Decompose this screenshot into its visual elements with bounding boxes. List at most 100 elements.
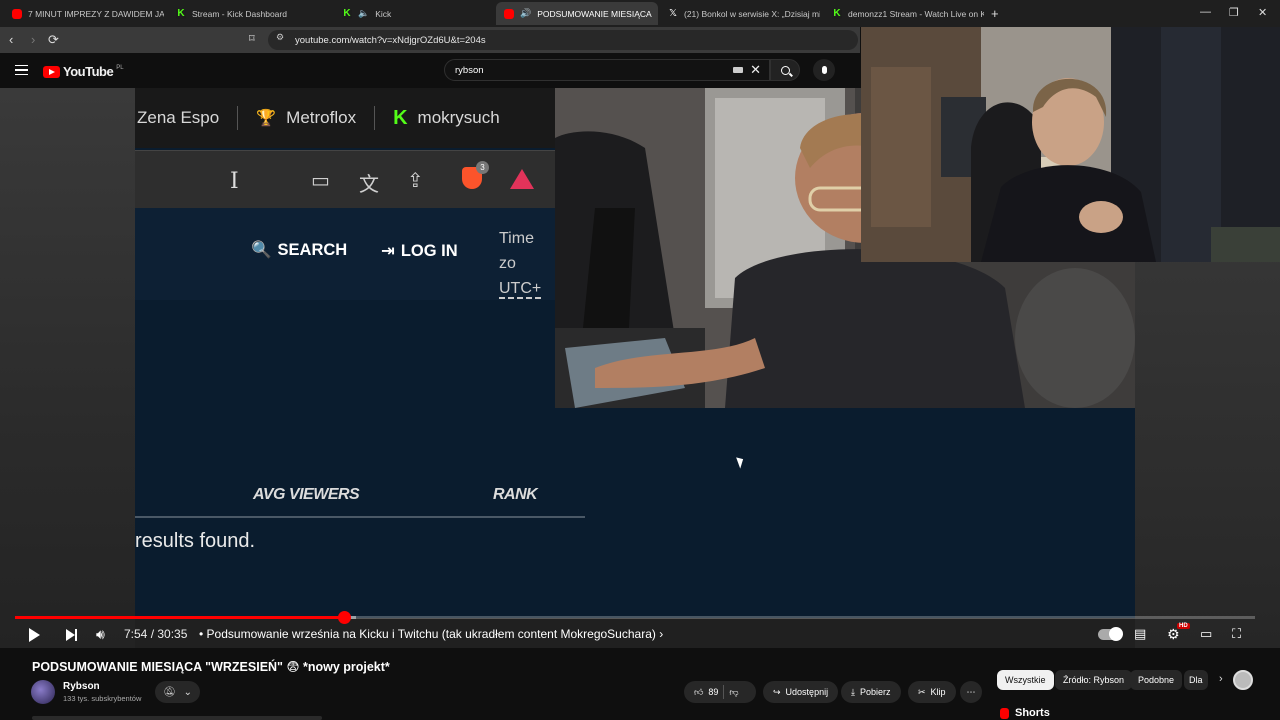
scissors-icon: ✂: [918, 686, 926, 697]
browser-tab[interactable]: 𝕏 (21) Bonkol w serwisie X: „Dzisiaj mia: [660, 2, 820, 25]
browser-tab-active[interactable]: 🔊 PODSUMOWANIE MIESIĄCA ✕: [496, 2, 658, 25]
subtitles-icon[interactable]: ▤: [1134, 626, 1146, 642]
download-label: Pobierz: [859, 687, 891, 697]
chapter-title[interactable]: • Podsumowanie września na Kicku i Twitc…: [199, 627, 663, 641]
voice-search-button[interactable]: [813, 59, 835, 81]
menu-icon[interactable]: [15, 65, 28, 75]
forward-icon[interactable]: ›: [31, 32, 35, 47]
chevron-down-icon: ⌄: [183, 686, 193, 698]
bookmark-icon[interactable]: ⌑: [249, 32, 255, 45]
site-search-label: SEARCH: [277, 241, 348, 259]
cast-icon: ▭: [311, 170, 330, 192]
speaker-icon: 🔊: [520, 8, 532, 18]
download-button[interactable]: ⤓ Pobierz: [841, 681, 901, 703]
bottom-placeholder: [32, 716, 322, 720]
chevron-right-icon[interactable]: ›: [1219, 673, 1223, 685]
streamer-name: Metroflox: [286, 108, 357, 127]
trophy-icon: 🏆: [256, 110, 277, 127]
captured-site-nav: 🔍 SEARCH ⇥ LOG IN Time zo UTC+: [135, 208, 555, 300]
timezone-selector: Time zo UTC+: [499, 226, 555, 301]
kick-favicon-icon: K: [342, 7, 352, 19]
logo-text: YouTube: [63, 64, 114, 79]
clear-icon[interactable]: ✕: [750, 62, 761, 78]
brave-rewards-icon: [510, 169, 534, 189]
youtube-logo[interactable]: YouTube PL: [43, 64, 124, 79]
like-count: 89: [708, 687, 719, 697]
tab-label: Stream - Kick Dashboard: [192, 8, 287, 19]
browser-tab[interactable]: K 🔈 Kick: [334, 2, 494, 25]
login-icon: ⇥: [381, 242, 395, 260]
clip-button[interactable]: ✂ Klip: [908, 681, 956, 703]
autoplay-toggle[interactable]: [1098, 627, 1123, 641]
play-icon[interactable]: [29, 628, 40, 642]
download-icon: ⤓: [851, 686, 855, 697]
channel-name[interactable]: Rybson: [63, 681, 100, 692]
timezone-value: UTC+: [499, 280, 542, 299]
webcam-feed-secondary: [861, 27, 1280, 262]
keyboard-icon[interactable]: [733, 67, 743, 73]
site-login-link: ⇥ LOG IN: [381, 241, 458, 261]
brave-badge: 3: [476, 161, 489, 174]
region-code: PL: [116, 64, 124, 71]
video-title: PODSUMOWANIE MIESIĄCA "WRZESIEŃ" 😨 *nowy…: [32, 660, 390, 674]
restore-icon[interactable]: ❐: [1229, 6, 1239, 19]
results-text: results found.: [135, 530, 256, 552]
notification-bell-button[interactable]: 🔕︎ ⌄: [155, 681, 200, 703]
captured-browser-bar: I ▭ 文 ⇪ 3: [135, 150, 555, 208]
chip-similar[interactable]: Podobne: [1130, 670, 1183, 690]
channel-avatar[interactable]: [31, 680, 55, 704]
share-button[interactable]: ↪ Udostępnij: [763, 681, 839, 703]
minimize-icon[interactable]: —: [1200, 6, 1211, 18]
close-window-icon[interactable]: ✕: [1258, 6, 1267, 19]
back-icon[interactable]: ‹: [9, 32, 13, 47]
address-bar[interactable]: youtube.com/watch?v=xNdjgrOZd6U&t=204s: [268, 30, 858, 50]
more-icon: ⋯: [966, 686, 976, 697]
shorts-section-header: Shorts: [1000, 707, 1050, 719]
shorts-label: Shorts: [1015, 707, 1050, 719]
tab-label: (21) Bonkol w serwisie X: „Dzisiaj mia: [684, 8, 820, 19]
search-button[interactable]: [770, 59, 800, 81]
share-label: Udostępnij: [785, 687, 829, 697]
browser-tab[interactable]: K Stream - Kick Dashboard: [168, 2, 330, 25]
tab-label: Kick: [375, 8, 392, 19]
share-icon: ⇪: [407, 170, 424, 192]
fullscreen-icon[interactable]: ⛶: [1232, 626, 1241, 642]
new-tab-icon[interactable]: +: [991, 6, 999, 21]
chip-source[interactable]: Źródło: Rybson: [1055, 670, 1133, 690]
theater-mode-icon[interactable]: ▭: [1200, 626, 1212, 642]
bell-off-icon: 🔕︎: [162, 686, 176, 698]
site-info-icon[interactable]: ⚙: [276, 32, 284, 43]
like-icon[interactable]: 👍︎: [694, 687, 703, 698]
dislike-icon[interactable]: 👎︎: [729, 687, 738, 698]
screen-root: 7 MINUT IMPREZY Z DAWIDEM JASP K Stream …: [0, 0, 1280, 720]
video-backdrop-left: [0, 88, 135, 648]
tab-label: PODSUMOWANIE MIESIĄCA: [537, 8, 652, 19]
streamer-strip: Zena Espo 🏆 Metroflox K mokrysuch: [135, 88, 555, 148]
watermark-avatar: [1233, 670, 1253, 690]
player-controls: 🔊︎ 7:54 / 30:35 • Podsumowanie września …: [0, 622, 1280, 648]
share-icon: ↪: [773, 686, 781, 697]
chip-for-you[interactable]: Dla: [1184, 670, 1208, 690]
tab-label: 7 MINUT IMPREZY Z DAWIDEM JASP: [28, 8, 164, 19]
volume-icon[interactable]: 🔊︎: [96, 626, 105, 643]
clip-label: Klip: [930, 687, 946, 697]
more-actions-button[interactable]: ⋯: [960, 681, 982, 703]
url-text: youtube.com/watch?v=xNdjgrOZd6U&t=204s: [295, 34, 486, 46]
next-icon[interactable]: [66, 629, 77, 641]
search-input[interactable]: rybson ✕: [444, 59, 770, 81]
column-header-rank: RANK: [493, 486, 538, 503]
divider: [237, 106, 239, 130]
progress-bar[interactable]: [15, 611, 1255, 624]
search-icon: [780, 65, 790, 75]
tab-label: demonzz1 Stream - Watch Live on Ki: [848, 8, 984, 19]
chapter-text: Podsumowanie września na Kicku i Twitchu…: [206, 627, 656, 641]
column-header-avg-viewers: AVG VIEWERS: [253, 486, 360, 503]
table-header-divider: [135, 516, 585, 518]
browser-tab[interactable]: 7 MINUT IMPREZY Z DAWIDEM JASP: [4, 2, 164, 25]
browser-tab[interactable]: K demonzz1 Stream - Watch Live on Ki: [824, 2, 984, 25]
kick-favicon-icon: K: [176, 7, 186, 19]
divider: [374, 106, 376, 130]
translate-icon: 文: [359, 174, 379, 196]
reload-icon[interactable]: ⟳: [48, 32, 59, 48]
chip-all[interactable]: Wszystkie: [997, 670, 1054, 690]
